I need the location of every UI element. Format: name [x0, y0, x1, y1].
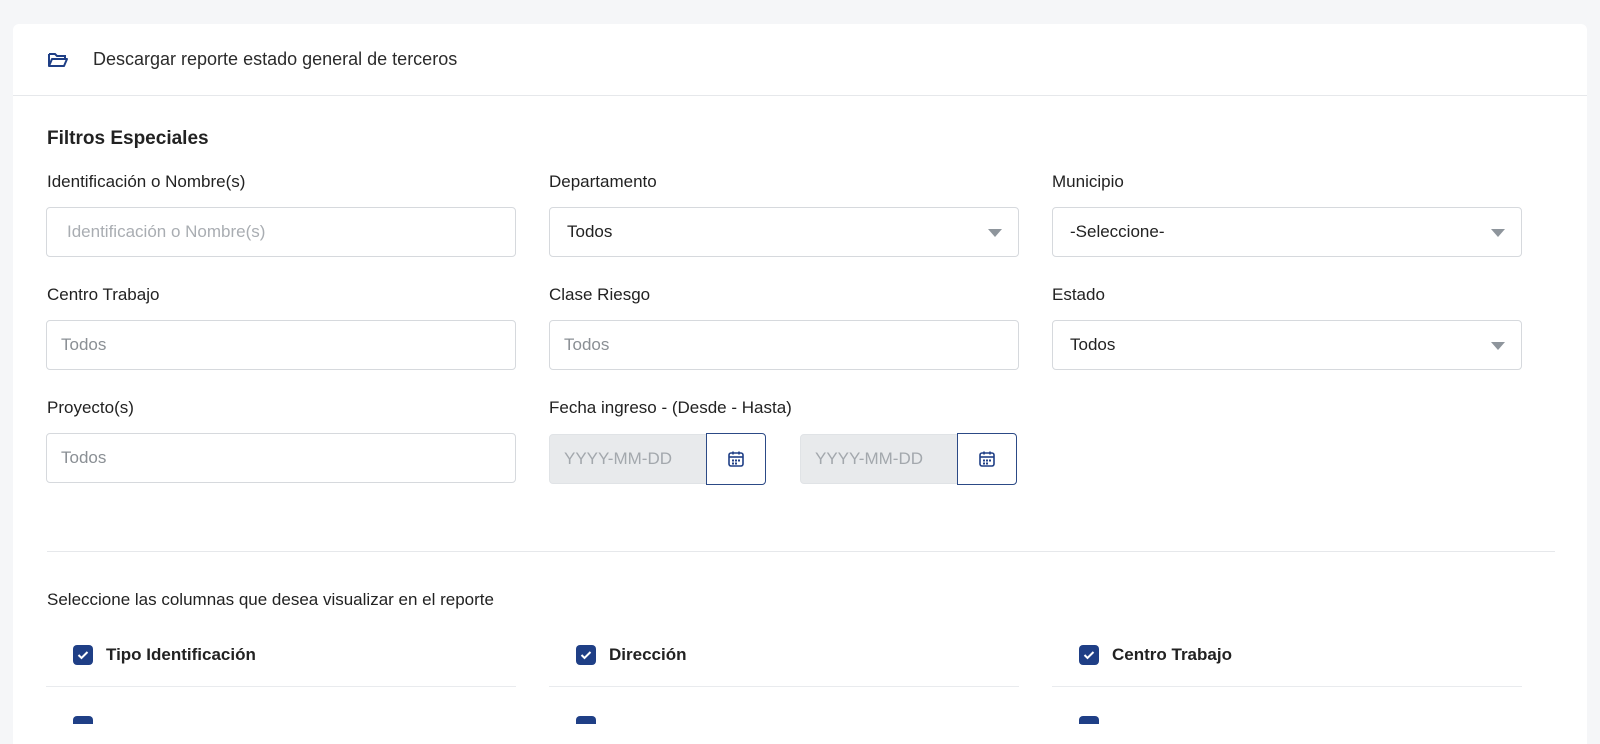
- centro-trabajo-label: Centro Trabajo: [47, 285, 160, 304]
- column-checkbox-tipo-identificacion[interactable]: Tipo Identificación: [73, 645, 256, 665]
- row-divider: [1052, 686, 1522, 687]
- identificacion-label: Identificación o Nombre(s): [47, 172, 246, 191]
- identificacion-input[interactable]: Identificación o Nombre(s): [46, 207, 516, 257]
- page-title: Descargar reporte estado general de terc…: [93, 49, 458, 69]
- column-label: Centro Trabajo: [1112, 645, 1232, 664]
- report-card: Descargar reporte estado general de terc…: [13, 24, 1587, 744]
- chevron-down-icon: [1491, 342, 1505, 350]
- departamento-select[interactable]: Todos: [549, 207, 1019, 257]
- column-checkbox-direccion[interactable]: Dirección: [576, 645, 686, 665]
- fecha-desde-calendar-button[interactable]: [706, 433, 766, 485]
- fecha-ingreso-label: Fecha ingreso - (Desde - Hasta): [549, 398, 792, 417]
- fecha-hasta-calendar-button[interactable]: [957, 433, 1017, 485]
- card-header: Descargar reporte estado general de terc…: [13, 24, 1587, 96]
- checkbox-checked-icon[interactable]: [73, 645, 93, 665]
- municipio-select[interactable]: -Seleccione-: [1052, 207, 1522, 257]
- proyecto-label: Proyecto(s): [47, 398, 134, 417]
- columns-instruction: Seleccione las columnas que desea visual…: [47, 590, 494, 609]
- section-divider: [47, 551, 1555, 552]
- calendar-icon: [728, 451, 744, 467]
- departamento-value: Todos: [567, 222, 613, 241]
- column-checkbox-centro-trabajo[interactable]: Centro Trabajo: [1079, 645, 1232, 665]
- checkbox-checked-icon[interactable]: [1079, 645, 1099, 665]
- clase-riesgo-value: Todos: [564, 335, 610, 354]
- municipio-label: Municipio: [1052, 172, 1124, 191]
- clase-riesgo-label: Clase Riesgo: [549, 285, 651, 304]
- departamento-label: Departamento: [549, 172, 657, 191]
- centro-trabajo-value: Todos: [61, 335, 107, 354]
- proyecto-input[interactable]: Todos: [46, 433, 516, 483]
- municipio-value: -Seleccione-: [1070, 222, 1165, 241]
- fecha-desde-input[interactable]: YYYY-MM-DD: [549, 434, 707, 484]
- column-label: Dirección: [609, 645, 687, 664]
- proyecto-value: Todos: [61, 448, 107, 467]
- row-divider: [549, 686, 1019, 687]
- column-label: Tipo Identificación: [106, 645, 256, 664]
- folder-open-icon: [47, 51, 69, 69]
- clase-riesgo-input[interactable]: Todos: [549, 320, 1019, 370]
- calendar-icon: [979, 451, 995, 467]
- estado-label: Estado: [1052, 285, 1105, 304]
- estado-value: Todos: [1070, 335, 1116, 354]
- estado-select[interactable]: Todos: [1052, 320, 1522, 370]
- centro-trabajo-input[interactable]: Todos: [46, 320, 516, 370]
- checkbox-checked-icon[interactable]: [576, 645, 596, 665]
- fecha-hasta-input[interactable]: YYYY-MM-DD: [800, 434, 958, 484]
- chevron-down-icon: [1491, 229, 1505, 237]
- filters-section-title: Filtros Especiales: [47, 128, 209, 149]
- chevron-down-icon: [988, 229, 1002, 237]
- row-divider: [46, 686, 516, 687]
